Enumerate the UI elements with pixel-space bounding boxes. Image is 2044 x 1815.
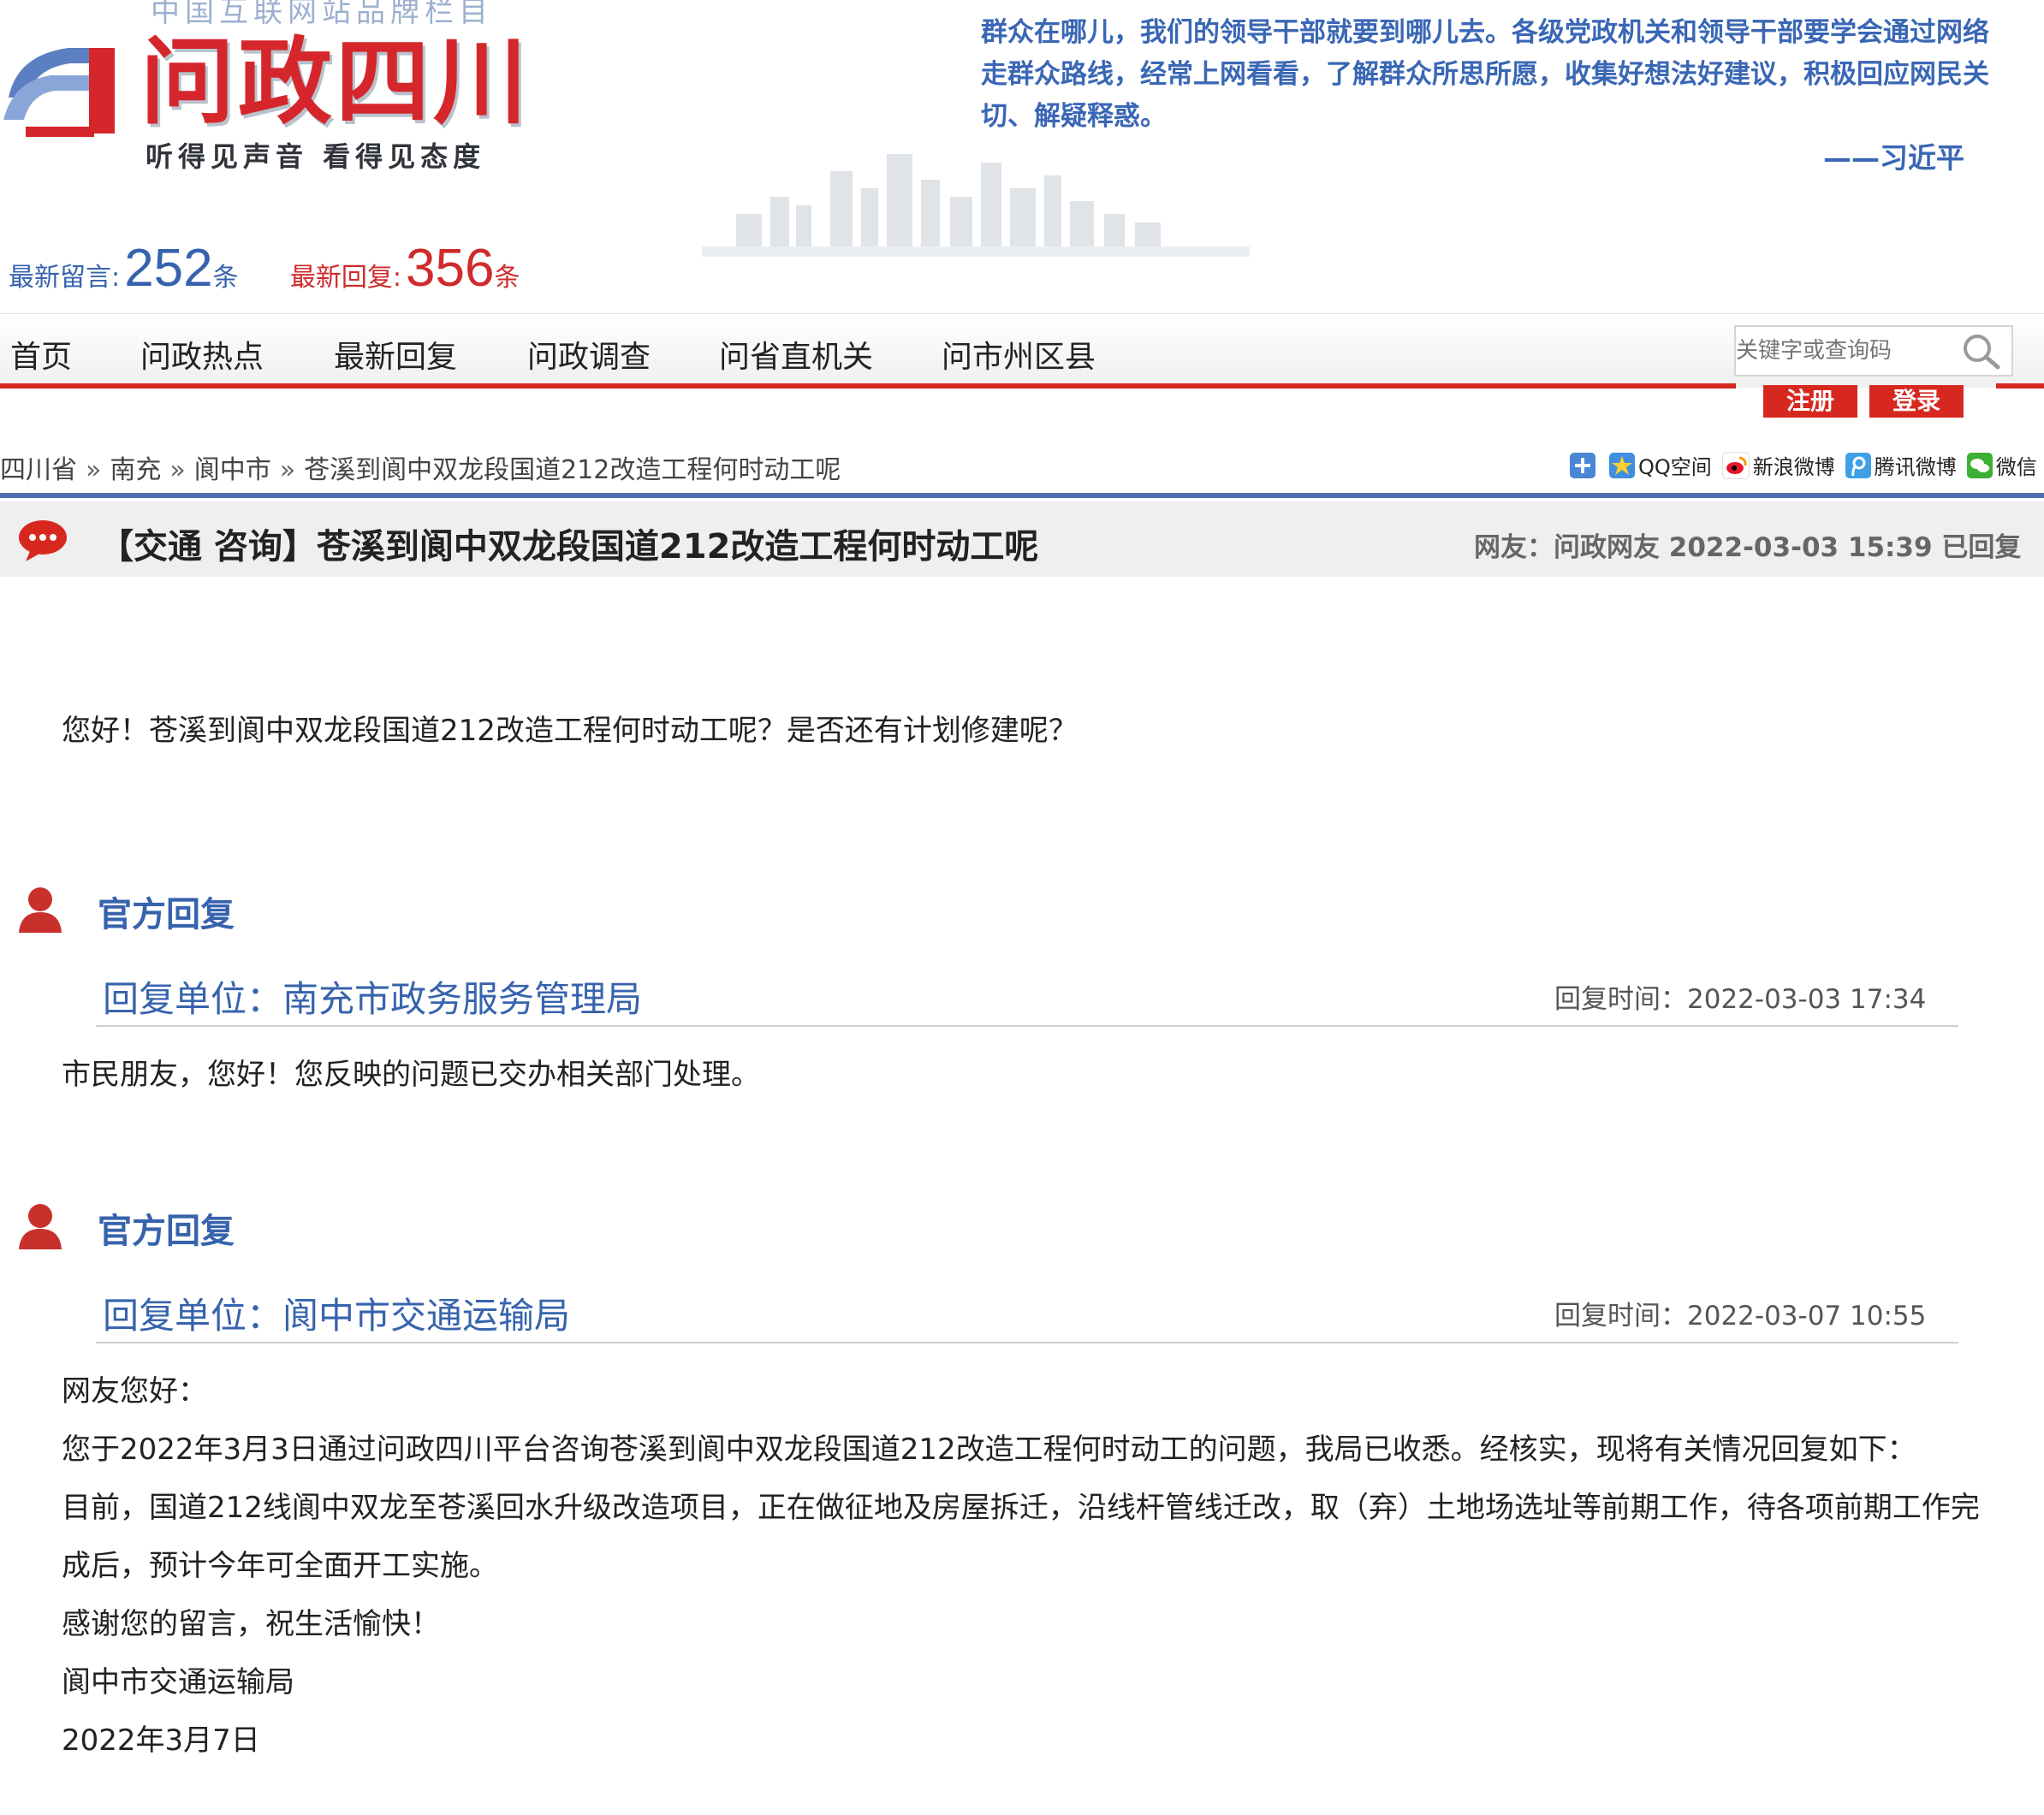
- nav-item-hot-topics[interactable]: 问政热点: [140, 332, 264, 377]
- section-divider: [0, 493, 2044, 498]
- share-tencent-weibo-label: 腾讯微博: [1874, 455, 1957, 479]
- share-more[interactable]: [1570, 452, 1599, 478]
- reply-unit: 回复单位：阆中市交通运输局: [103, 1295, 571, 1337]
- breadcrumb-separator: »: [169, 455, 186, 485]
- reply-signature: 阆中市交通运输局: [62, 1665, 294, 1699]
- register-button[interactable]: 注册: [1763, 385, 1857, 418]
- latest-messages-label: 最新留言:: [9, 263, 121, 293]
- brand-logo-icon: [3, 48, 115, 137]
- breadcrumb-separator: »: [279, 455, 296, 485]
- share-weibo-label: 新浪微博: [1752, 455, 1835, 479]
- reply-paragraph: 感谢您的留言，祝生活愉快！: [62, 1607, 440, 1641]
- reply-unit: 回复单位：南充市政务服务管理局: [103, 978, 643, 1020]
- brand-slogan: 听得见声音 看得见态度: [146, 140, 486, 173]
- breadcrumb-province[interactable]: 四川省: [0, 455, 77, 485]
- breadcrumb-county[interactable]: 阆中市: [194, 455, 271, 485]
- reply-paragraph: 您于2022年3月3日通过问政四川平台咨询苍溪到阆中双龙段国道212改造工程何时…: [62, 1432, 1916, 1467]
- tencent-weibo-icon: [1845, 452, 1871, 478]
- breadcrumb: 四川省 » 南充 » 阆中市 » 苍溪到阆中双龙段国道212改造工程何时动工呢: [0, 448, 841, 486]
- plus-icon: [1570, 452, 1595, 478]
- post-title: 【交通 咨询】苍溪到阆中双龙段国道212改造工程何时动工呢: [99, 527, 1039, 566]
- latest-replies-count: 356: [406, 239, 495, 298]
- weibo-icon: [1721, 451, 1750, 479]
- reply-divider: [96, 1342, 1958, 1343]
- reply-time: 回复时间：2022-03-03 17:34: [1554, 984, 1927, 1015]
- latest-messages-unit: 条: [212, 263, 239, 293]
- search-box: [1734, 325, 2013, 377]
- latest-replies-unit: 条: [494, 263, 520, 293]
- search-input[interactable]: [1736, 327, 1950, 375]
- search-icon[interactable]: [1960, 332, 2003, 370]
- latest-messages-count: 252: [124, 239, 213, 298]
- share-qzone-label: QQ空间: [1638, 455, 1712, 479]
- user-avatar-icon: [19, 1204, 62, 1249]
- stats-bar: 最新留言: 252条 最新回复: 356条: [9, 238, 520, 299]
- reply-time: 回复时间：2022-03-07 10:55: [1554, 1301, 1927, 1332]
- nav-item-cities-counties[interactable]: 问市州区县: [942, 332, 1096, 377]
- share-wechat-label: 微信: [1995, 455, 2037, 479]
- share-weibo[interactable]: 新浪微博: [1721, 450, 1835, 480]
- official-reply-heading: 官方回复: [98, 895, 235, 934]
- reply-paragraph: 目前，国道212线阆中双龙至苍溪回水升级改造项目，正在做征地及房屋拆迁，沿线杆管…: [62, 1491, 1980, 1583]
- share-tencent-weibo[interactable]: 腾讯微博: [1845, 450, 1957, 480]
- share-bar: QQ空间 新浪微博 腾讯微博 微信: [1570, 450, 2044, 480]
- post-meta: 网友：问政网友 2022-03-03 15:39 已回复: [1474, 532, 2022, 563]
- reply-body: 网友您好： 您于2022年3月3日通过问政四川平台咨询苍溪到阆中双龙段国道212…: [62, 1362, 2005, 1770]
- quote-author: ——习近平: [1823, 141, 1964, 175]
- reply-divider: [96, 1025, 1958, 1027]
- wechat-icon: [1966, 452, 1993, 478]
- user-avatar-icon: [19, 887, 62, 933]
- breadcrumb-current: 苍溪到阆中双龙段国道212改造工程何时动工呢: [304, 455, 841, 485]
- speech-bubble-icon: [19, 520, 67, 561]
- nav-item-surveys[interactable]: 问政调查: [527, 332, 651, 377]
- nav-divider: [0, 383, 1736, 389]
- nav-divider-right: [1996, 383, 2044, 389]
- brand-title[interactable]: 问政四川: [140, 26, 531, 139]
- login-button[interactable]: 登录: [1869, 385, 1964, 418]
- official-reply-heading: 官方回复: [98, 1212, 235, 1251]
- nav-item-latest-replies[interactable]: 最新回复: [334, 332, 457, 377]
- nav-item-home[interactable]: 首页: [10, 332, 72, 377]
- reply-paragraph: 网友您好：: [62, 1374, 207, 1409]
- reply-body: 市民朋友，您好！您反映的问题已交办相关部门处理。: [62, 1058, 760, 1092]
- breadcrumb-city[interactable]: 南充: [110, 455, 161, 485]
- reply-date: 2022年3月7日: [62, 1723, 260, 1758]
- breadcrumb-separator: »: [86, 455, 102, 485]
- nav-item-provincial-agencies[interactable]: 问省直机关: [719, 332, 873, 377]
- leader-quote: 群众在哪儿，我们的领导干部就要到哪儿去。各级党政机关和领导干部要学会通过网络走群…: [981, 17, 1989, 132]
- question-text: 您好！苍溪到阆中双龙段国道212改造工程何时动工呢？是否还有计划修建呢？: [62, 714, 1078, 748]
- share-wechat[interactable]: 微信: [1966, 450, 2037, 480]
- qzone-icon: [1609, 452, 1635, 478]
- city-skyline-image: [702, 154, 1250, 257]
- share-qzone[interactable]: QQ空间: [1609, 450, 1712, 480]
- latest-replies-label: 最新回复:: [289, 263, 401, 293]
